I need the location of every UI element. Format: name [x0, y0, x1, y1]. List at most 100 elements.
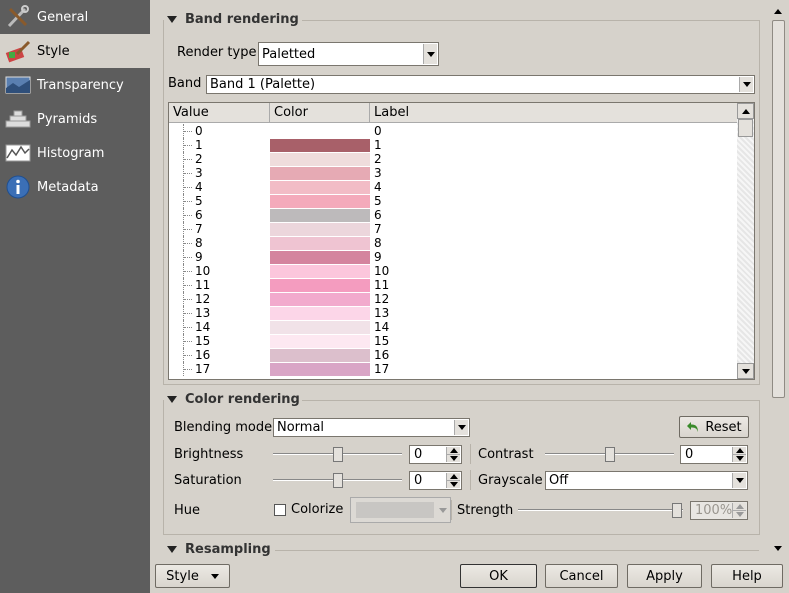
spin-up-icon[interactable]: [733, 503, 746, 511]
apply-button[interactable]: Apply: [627, 564, 702, 588]
cell-label[interactable]: 4: [374, 180, 382, 194]
cell-color-swatch[interactable]: [270, 265, 370, 278]
table-row[interactable]: 22: [169, 152, 737, 166]
sidebar-item-histogram[interactable]: Histogram: [0, 136, 150, 170]
table-row[interactable]: 77: [169, 222, 737, 236]
cell-label[interactable]: 10: [374, 264, 389, 278]
cell-color-swatch[interactable]: [270, 125, 370, 138]
cell-color-swatch[interactable]: [270, 321, 370, 334]
sidebar-item-general[interactable]: General: [0, 0, 150, 34]
table-row[interactable]: 99: [169, 250, 737, 264]
cancel-button[interactable]: Cancel: [545, 564, 618, 588]
column-header-value[interactable]: Value: [169, 103, 270, 123]
reset-button[interactable]: Reset: [679, 416, 749, 438]
cell-label[interactable]: 9: [374, 250, 382, 264]
table-row[interactable]: 17 17: [169, 362, 737, 376]
table-scrollbar[interactable]: [737, 103, 754, 379]
cell-label[interactable]: 3: [374, 166, 382, 180]
cell-color-swatch[interactable]: [270, 363, 370, 376]
column-header-color[interactable]: Color: [270, 103, 370, 123]
cell-color-swatch[interactable]: [270, 335, 370, 348]
cell-label[interactable]: 15: [374, 334, 389, 348]
saturation-slider[interactable]: [273, 473, 402, 488]
spin-up-icon[interactable]: [447, 473, 460, 481]
table-row[interactable]: 11 11: [169, 278, 737, 292]
cell-label[interactable]: 16: [374, 348, 389, 362]
cell-color-swatch[interactable]: [270, 181, 370, 194]
contrast-slider[interactable]: [545, 447, 674, 462]
spin-down-icon[interactable]: [447, 481, 460, 489]
cell-label[interactable]: 17: [374, 362, 389, 376]
column-header-label[interactable]: Label: [370, 103, 737, 123]
brightness-spinbox[interactable]: 0: [409, 445, 462, 464]
scroll-up-icon[interactable]: [771, 4, 785, 18]
cell-label[interactable]: 14: [374, 320, 389, 334]
slider-handle[interactable]: [672, 503, 682, 518]
cell-color-swatch[interactable]: [270, 349, 370, 362]
table-row[interactable]: 15 15: [169, 334, 737, 348]
cell-label[interactable]: 8: [374, 236, 382, 250]
table-row[interactable]: 13 13: [169, 306, 737, 320]
cell-color-swatch[interactable]: [270, 195, 370, 208]
table-row[interactable]: 33: [169, 166, 737, 180]
sidebar-item-transparency[interactable]: Transparency: [0, 68, 150, 102]
table-row[interactable]: 44: [169, 180, 737, 194]
sidebar-item-pyramids[interactable]: Pyramids: [0, 102, 150, 136]
cell-label[interactable]: 7: [374, 222, 382, 236]
cell-color-swatch[interactable]: [270, 223, 370, 236]
resampling-header[interactable]: Resampling: [167, 542, 271, 557]
table-row[interactable]: 88: [169, 236, 737, 250]
grayscale-select[interactable]: Off: [545, 471, 748, 490]
spin-down-icon[interactable]: [733, 455, 746, 463]
cell-color-swatch[interactable]: [270, 139, 370, 152]
slider-handle[interactable]: [605, 447, 615, 462]
cell-color-swatch[interactable]: [270, 237, 370, 250]
cell-color-swatch[interactable]: [270, 307, 370, 320]
brightness-slider[interactable]: [273, 447, 402, 462]
table-row[interactable]: 11: [169, 138, 737, 152]
cell-label[interactable]: 0: [374, 124, 382, 138]
contrast-spinbox[interactable]: 0: [680, 445, 748, 464]
band-select[interactable]: Band 1 (Palette): [206, 75, 755, 94]
colorize-label[interactable]: Colorize: [291, 502, 343, 517]
spin-up-icon[interactable]: [447, 447, 460, 455]
cell-label[interactable]: 1: [374, 138, 382, 152]
spin-down-icon[interactable]: [447, 455, 460, 463]
cell-color-swatch[interactable]: [270, 209, 370, 222]
table-row[interactable]: 55: [169, 194, 737, 208]
cell-label[interactable]: 13: [374, 306, 389, 320]
cell-color-swatch[interactable]: [270, 153, 370, 166]
colorize-color-button[interactable]: [350, 497, 451, 523]
saturation-spinbox[interactable]: 0: [409, 471, 462, 490]
cell-color-swatch[interactable]: [270, 251, 370, 264]
cell-label[interactable]: 11: [374, 278, 389, 292]
help-button[interactable]: Help: [711, 564, 783, 588]
scroll-up-icon[interactable]: [737, 103, 754, 119]
table-row[interactable]: 10 10: [169, 264, 737, 278]
strength-slider[interactable]: [518, 503, 683, 518]
cell-label[interactable]: 6: [374, 208, 382, 222]
spin-up-icon[interactable]: [733, 447, 746, 455]
scroll-down-icon[interactable]: [771, 541, 785, 555]
table-row[interactable]: 16 16: [169, 348, 737, 362]
cell-color-swatch[interactable]: [270, 293, 370, 306]
table-row[interactable]: 66: [169, 208, 737, 222]
scroll-thumb[interactable]: [772, 20, 785, 398]
ok-button[interactable]: OK: [460, 564, 537, 588]
table-row[interactable]: 12 12: [169, 292, 737, 306]
blending-mode-select[interactable]: Normal: [273, 418, 470, 437]
palette-table[interactable]: Value Color Label 0 0 1 1 2 2 3 3 4 4 5 5 6 6 7 7 8 8 9 9 10…: [168, 102, 755, 380]
slider-handle[interactable]: [333, 473, 343, 488]
strength-spinbox[interactable]: 100%: [690, 501, 748, 520]
slider-handle[interactable]: [333, 447, 343, 462]
cell-label[interactable]: 12: [374, 292, 389, 306]
cell-label[interactable]: 2: [374, 152, 382, 166]
render-type-select[interactable]: Paletted: [258, 42, 439, 66]
table-row[interactable]: 14 14: [169, 320, 737, 334]
sidebar-item-metadata[interactable]: Metadata: [0, 170, 150, 204]
cell-color-swatch[interactable]: [270, 167, 370, 180]
scroll-down-icon[interactable]: [737, 363, 754, 379]
panel-scrollbar[interactable]: [771, 2, 787, 557]
sidebar-item-style[interactable]: Style: [0, 34, 150, 68]
style-menu-button[interactable]: Style: [155, 564, 230, 588]
